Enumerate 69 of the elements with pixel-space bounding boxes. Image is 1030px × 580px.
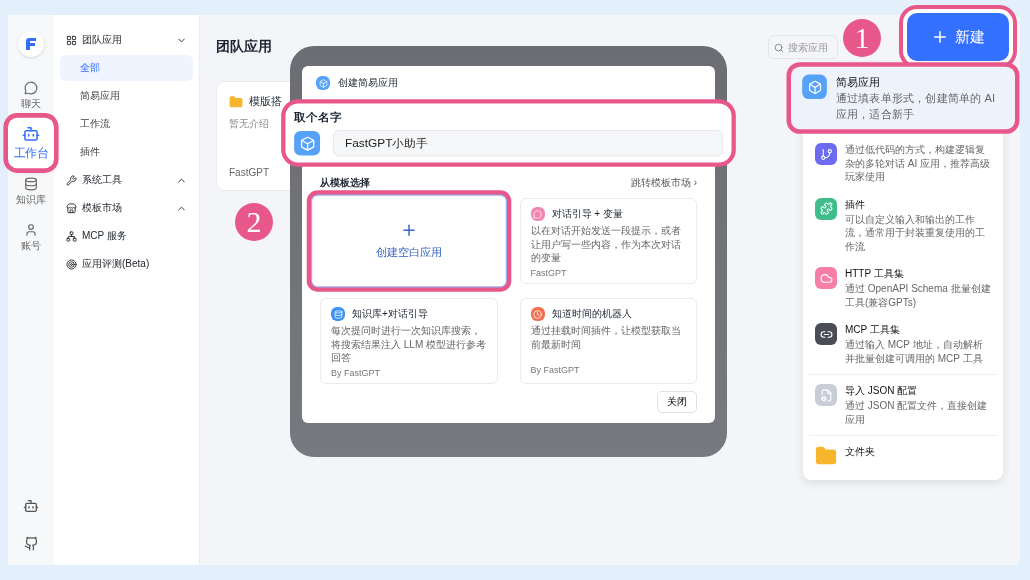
menu-item[interactable]: 文件夹 [803, 438, 1003, 474]
card-description: 暂无介绍 [229, 117, 269, 131]
menu-item-description: 通过 OpenAPI Schema 批量创建工具(兼容GPTs) [845, 282, 991, 309]
menu-item-title: 导入 JSON 配置 [845, 384, 919, 398]
menu-item-description: 通过填表单形式，创建简单的 AI 应用，适合新手 [835, 91, 997, 122]
template-description: 以在对话开始发送一段提示，或者让用户写一些内容，作为本次对话的变量 [530, 224, 682, 265]
sidebar-group[interactable]: 团队应用 [60, 27, 193, 53]
menu-item-description: 通过 JSON 配置文件，直接创建应用 [845, 399, 989, 426]
search-field[interactable]: 搜索应用 [768, 35, 838, 59]
template-description: 通过挂载时间插件，让模型获取当前最新时间 [530, 324, 682, 351]
menu-item-title: 插件 [845, 197, 866, 212]
menu-item-description: 通过输入 MCP 地址，自动解析并批量创建可调用的 MCP 工具 [845, 338, 984, 365]
logo-icon [18, 31, 44, 57]
template-title: 知识库+对话引导 [331, 307, 487, 321]
template-card[interactable]: 知道时间的机器人 通过挂载时间插件，让模型获取当前最新时间 By FastGPT [519, 298, 697, 384]
database-icon [331, 307, 345, 321]
template-author: By FastGPT [331, 367, 381, 378]
close-button[interactable]: 关闭 [657, 391, 697, 413]
sidebar-group[interactable]: MCP 服务 [60, 223, 193, 249]
sidebar-group[interactable]: 模板市场 [60, 195, 193, 221]
github-icon[interactable] [23, 536, 39, 551]
menu-item-description: 可以自定义输入和输出的工作流，通常用于封装重复使用的工作流 [845, 212, 986, 253]
template-title: 知道时间的机器人 [530, 307, 686, 321]
template-title: 对话引导 + 变量 [530, 207, 686, 221]
rail-item[interactable]: 账号 [11, 217, 51, 259]
menu-item-title: 文件夹 [845, 445, 876, 459]
market-icon [66, 202, 77, 214]
grid-icon [66, 34, 77, 46]
template-description: 每次提问时进行一次知识库搜索，将搜索结果注入 LLM 模型进行参考回答 [331, 324, 487, 365]
sidebar-group[interactable]: 应用评测(Beta) [60, 251, 193, 277]
tool-icon [66, 174, 77, 186]
user-icon [24, 223, 38, 237]
folder-icon [815, 445, 837, 467]
menu-item[interactable]: MCP 工具集 通过输入 MCP 地址，自动解析并批量创建可调用的 MCP 工具 [803, 316, 1003, 372]
section-label: 从模板选择 [320, 176, 370, 190]
page-title: 团队应用 [216, 38, 273, 56]
template-card[interactable]: 知识库+对话引导 每次提问时进行一次知识库搜索，将搜索结果注入 LLM 模型进行参考回答 By FastGPT [320, 298, 498, 384]
rail-item[interactable]: 知识库 [11, 171, 51, 213]
folder-icon [229, 94, 243, 109]
database-icon [24, 177, 38, 191]
clock-icon [530, 307, 545, 321]
template-author: FastGPT [530, 267, 568, 278]
menu-item[interactable]: 导入 JSON 配置 通过 JSON 配置文件，直接创建应用 [803, 377, 1003, 433]
sidebar-item[interactable]: 工作流 [60, 111, 193, 137]
cube-icon [316, 76, 330, 90]
name-field[interactable]: FastGPT小助手 [333, 129, 723, 157]
rail-item[interactable]: 聊天 [11, 75, 51, 117]
menu-item[interactable]: 插件 可以自定义输入和输出的工作流，通常用于封装重复使用的工作流 [803, 190, 1003, 260]
card-author: FastGPT [229, 167, 270, 178]
robot-icon [21, 124, 41, 143]
market-link[interactable]: 跳转模板市场 › [630, 176, 697, 190]
menu-item[interactable]: HTTP 工具集 通过 OpenAPI Schema 批量创建工具(兼容GPTs) [803, 260, 1003, 316]
sidebar-item[interactable]: 简易应用 [60, 83, 193, 109]
menu-item-title: 简易应用 [835, 74, 882, 90]
plugin-icon [815, 197, 837, 220]
robot-icon[interactable] [23, 498, 39, 514]
menu-item-title: HTTP 工具集 [845, 267, 905, 281]
menu-item-title: MCP 工具集 [845, 323, 901, 337]
plus-icon [931, 28, 949, 46]
sidebar-item[interactable]: 插件 [60, 139, 193, 165]
cube-icon[interactable] [294, 130, 321, 156]
sidebar-group[interactable]: 系统工具 [60, 167, 193, 193]
name-label: 取个名字 [294, 109, 343, 125]
search-icon [774, 43, 784, 53]
template-author: By FastGPT [530, 365, 581, 375]
menu-item[interactable]: 通过低代码的方式，构建逻辑复杂的多轮对话 AI 应用，推荐高级玩家使用 [803, 136, 1003, 191]
menu-item-description: 通过低代码的方式，构建逻辑复杂的多轮对话 AI 应用，推荐高级玩家使用 [845, 143, 991, 184]
sidebar-item[interactable]: 全部 [60, 55, 193, 81]
template-card[interactable]: 对话引导 + 变量 以在对话开始发送一段提示，或者让用户写一些内容，作为本次对话的变量 FastGPT [519, 198, 697, 284]
